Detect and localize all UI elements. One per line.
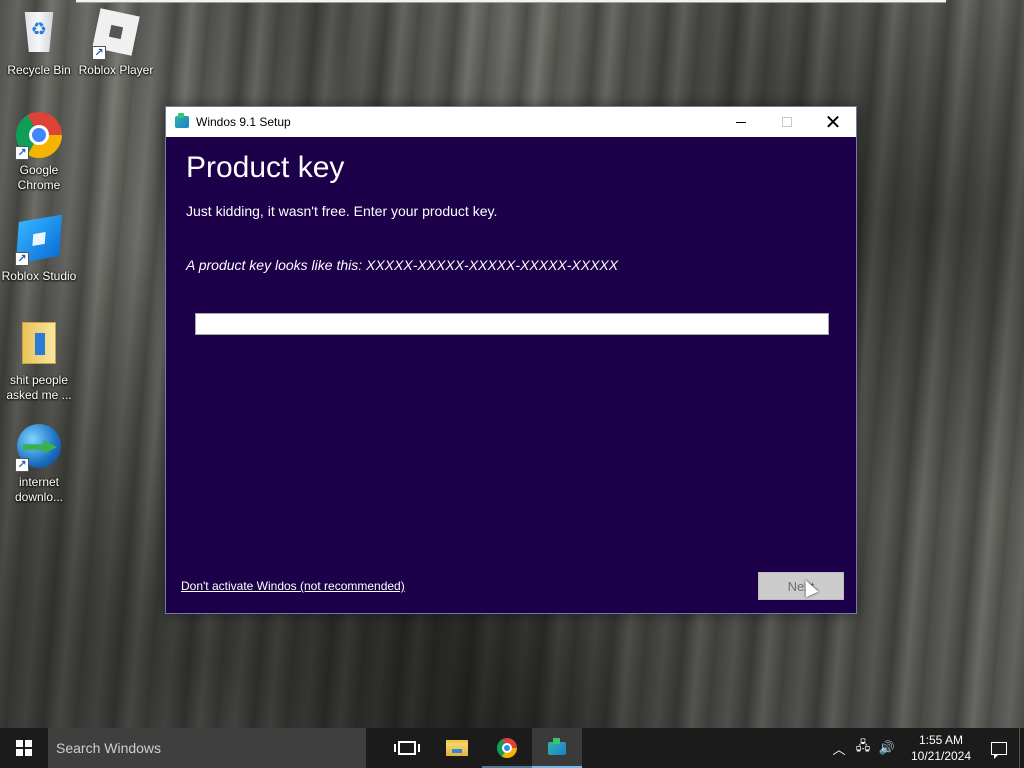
- google-chrome-icon: ↗: [15, 112, 63, 160]
- close-button[interactable]: ✕: [810, 107, 856, 137]
- desktop-icon-recycle-bin[interactable]: Recycle Bin: [1, 8, 77, 78]
- close-icon: ✕: [824, 110, 842, 134]
- volume-button[interactable]: 🔊: [875, 728, 899, 768]
- product-key-hint: A product key looks like this: XXXXX-XXX…: [186, 257, 619, 273]
- search-placeholder: Search Windows: [56, 740, 162, 756]
- show-desktop-button[interactable]: [1019, 728, 1024, 768]
- shortcut-arrow-icon: ↗: [15, 252, 29, 266]
- desktop-icon-label: shit people asked me ...: [6, 373, 72, 402]
- desktop-icon-roblox-player[interactable]: ↗ Roblox Player: [78, 8, 154, 78]
- notification-icon: [991, 741, 1007, 759]
- taskbar: Search Windows ︿ 🖧 🔊 1:55 AM 10/21/2024: [0, 728, 1024, 768]
- shortcut-arrow-icon: ↗: [15, 146, 29, 160]
- taskbar-task-view[interactable]: [382, 728, 432, 768]
- roblox-studio-icon: ↗: [15, 214, 63, 266]
- maximize-button[interactable]: [764, 107, 810, 137]
- setup-window: Windos 9.1 Setup ✕ Product key Just kidd…: [165, 106, 857, 614]
- background-window-edge: [76, 0, 946, 3]
- network-button[interactable]: 🖧: [851, 728, 875, 768]
- taskbar-clock[interactable]: 1:55 AM 10/21/2024: [903, 732, 979, 764]
- desktop-icon-label: Roblox Studio: [1, 269, 77, 283]
- speaker-icon: 🔊: [878, 740, 896, 756]
- windows-logo-icon: [16, 740, 32, 756]
- window-title: Windos 9.1 Setup: [196, 115, 291, 129]
- system-tray: ︿ 🖧 🔊 1:55 AM 10/21/2024: [827, 728, 1024, 768]
- show-hidden-icons-button[interactable]: ︿: [827, 728, 851, 768]
- minimize-button[interactable]: [718, 107, 764, 137]
- google-chrome-icon: [497, 738, 517, 758]
- desktop-icon-folder[interactable]: shit people asked me ...: [1, 320, 77, 403]
- setup-app-icon: [175, 113, 189, 128]
- desktop-icon-internet-download-manager[interactable]: ↗ internet downlo...: [1, 424, 77, 505]
- taskbar-file-explorer[interactable]: [432, 728, 482, 768]
- clock-date: 10/21/2024: [910, 749, 972, 763]
- folder-icon: [15, 322, 63, 370]
- desktop-icon-google-chrome[interactable]: ↗ Google Chrome: [1, 112, 77, 193]
- taskbar-search[interactable]: Search Windows: [48, 728, 366, 768]
- roblox-player-icon: ↗: [92, 8, 140, 60]
- internet-download-manager-icon: ↗: [15, 424, 63, 472]
- page-title: Product key: [186, 151, 345, 184]
- task-view-icon: [394, 741, 420, 755]
- desktop-icon-label: Recycle Bin: [7, 63, 71, 77]
- minimize-icon: [736, 121, 746, 123]
- start-button[interactable]: [0, 728, 48, 768]
- file-explorer-icon: [446, 740, 468, 756]
- taskbar-google-chrome[interactable]: [482, 728, 532, 768]
- chevron-up-icon: ︿: [832, 742, 846, 758]
- setup-app-icon: [548, 737, 566, 755]
- shortcut-arrow-icon: ↗: [92, 46, 106, 60]
- dont-activate-link[interactable]: Don't activate Windos (not recommended): [181, 579, 405, 593]
- clock-time: 1:55 AM: [918, 733, 964, 747]
- window-controls: ✕: [718, 107, 856, 137]
- desktop-icon-label: Roblox Player: [78, 63, 154, 77]
- taskbar-windos-setup[interactable]: [532, 728, 582, 768]
- network-icon: 🖧: [855, 739, 871, 754]
- product-key-input[interactable]: [195, 313, 829, 335]
- shortcut-arrow-icon: ↗: [15, 458, 29, 472]
- recycle-bin-icon: [15, 12, 63, 60]
- desktop-icon-label: internet downlo...: [14, 475, 64, 504]
- page-subtitle: Just kidding, it wasn't free. Enter your…: [186, 203, 498, 219]
- maximize-icon: [782, 117, 792, 127]
- action-center-button[interactable]: [979, 728, 1019, 768]
- desktop-icon-roblox-studio[interactable]: ↗ Roblox Studio: [1, 214, 77, 284]
- window-titlebar[interactable]: Windos 9.1 Setup ✕: [166, 107, 856, 137]
- desktop-icon-label: Google Chrome: [17, 163, 61, 192]
- window-content: Product key Just kidding, it wasn't free…: [166, 137, 856, 613]
